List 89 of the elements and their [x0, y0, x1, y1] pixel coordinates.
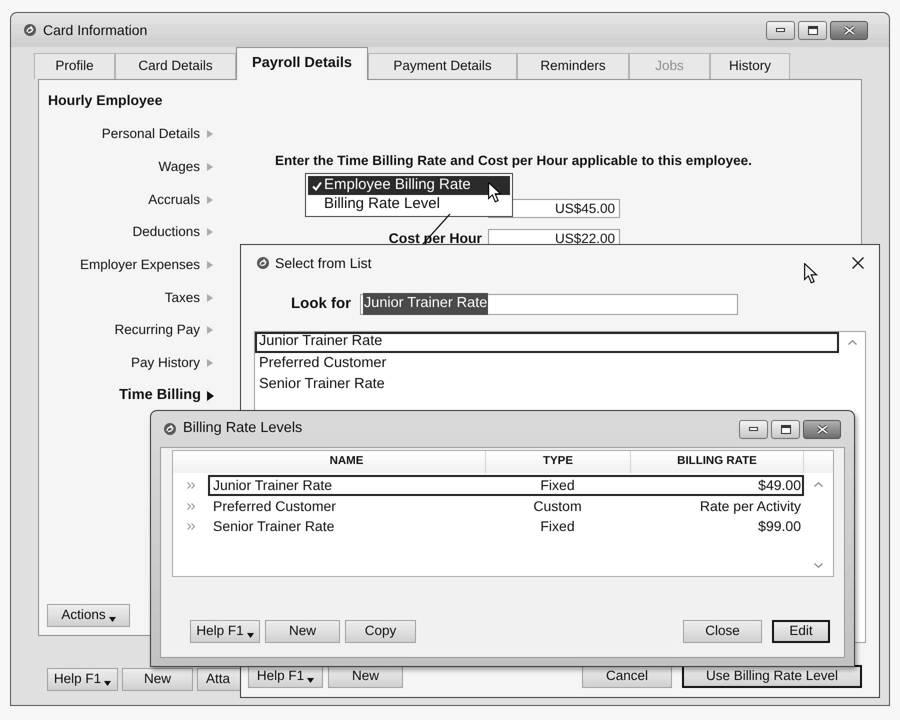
- look-for-label: Look for: [290, 294, 351, 314]
- maximize-icon: [808, 26, 818, 34]
- tab[interactable]: Card Details: [115, 53, 236, 79]
- copy-button[interactable]: Copy: [345, 620, 416, 643]
- table-row[interactable]: Preferred Customer Custom Rate per Activity: [208, 496, 804, 516]
- instruction-text: Enter the Time Billing Rate and Cost per Hour applicable to this employee.: [274, 152, 753, 170]
- maximize-button[interactable]: [798, 20, 827, 40]
- section-link[interactable]: Employer Expenses: [39, 248, 221, 282]
- table-cell-text: Preferred Customer: [212, 496, 337, 516]
- chevron-down-icon: [814, 563, 823, 568]
- column-header[interactable]: BILLING RATE: [631, 451, 804, 473]
- caret-icon: [246, 633, 254, 638]
- tab[interactable]: Payroll Details: [236, 47, 368, 80]
- section-link[interactable]: Recurring Pay: [39, 314, 221, 347]
- app-logo-icon: [257, 257, 269, 269]
- minimize-icon: [776, 28, 785, 32]
- table-cell-text: Senior Trainer Rate: [212, 517, 336, 536]
- new-button[interactable]: New: [122, 668, 193, 691]
- chevron-up-icon: [814, 482, 823, 487]
- triangle-right-icon: [207, 359, 213, 368]
- section-link[interactable]: Deductions: [39, 216, 221, 249]
- table-cell-text: Junior Trainer Rate: [212, 476, 334, 495]
- double-chevron-icon: [186, 523, 194, 530]
- triangle-right-icon: [207, 228, 213, 236]
- caret-icon: [104, 681, 112, 686]
- section-link[interactable]: Accruals: [39, 183, 221, 216]
- double-chevron-icon: [186, 482, 194, 489]
- dialog-title: Select from List: [275, 254, 372, 272]
- double-chevron-icon: [186, 502, 194, 510]
- section-link[interactable]: Taxes: [39, 281, 221, 314]
- section-link[interactable]: Time Billing: [39, 380, 221, 412]
- table-cell-text: Custom: [532, 496, 583, 516]
- close-icon: [844, 26, 854, 34]
- look-for-field[interactable]: Junior Trainer Rate: [360, 294, 738, 315]
- menu-item[interactable]: Employee Billing Rate: [308, 176, 510, 195]
- section-link[interactable]: Personal Details: [39, 118, 221, 151]
- tab[interactable]: Profile: [34, 53, 115, 79]
- table-cell-text: Fixed: [539, 476, 576, 495]
- table-cell-text: Rate per Activity: [698, 496, 802, 516]
- app-logo-icon: [164, 423, 176, 435]
- tab[interactable]: History: [710, 53, 790, 79]
- table-row[interactable]: Junior Trainer Rate Fixed $49.00: [208, 475, 804, 496]
- caret-icon: [108, 617, 116, 622]
- close-button[interactable]: Close: [683, 620, 762, 643]
- column-header[interactable]: NAME: [208, 451, 486, 473]
- tab[interactable]: Payment Details: [368, 53, 517, 79]
- table-row[interactable]: Senior Trainer Rate Fixed $99.00: [208, 516, 804, 538]
- actions-button[interactable]: Actions: [47, 604, 130, 627]
- check-icon: [312, 180, 322, 190]
- attach-button[interactable]: Atta: [197, 668, 241, 691]
- triangle-right-icon: [207, 196, 213, 204]
- window-close-button[interactable]: [850, 255, 866, 271]
- chevron-up-icon: [848, 340, 856, 344]
- employee-type-heading: Hourly Employee: [47, 91, 164, 110]
- minimize-icon: [749, 427, 758, 431]
- app-logo-icon: [24, 24, 36, 36]
- column-header[interactable]: TYPE: [486, 451, 631, 473]
- help-button[interactable]: Help F1: [190, 620, 260, 643]
- list-item[interactable]: Preferred Customer: [255, 353, 839, 374]
- close-icon: [852, 257, 864, 269]
- window-close-button[interactable]: [803, 420, 841, 438]
- mouse-pointer-icon: [488, 182, 502, 203]
- triangle-right-icon: [207, 390, 214, 401]
- table-cell-text: Fixed: [539, 517, 576, 536]
- triangle-right-icon: [207, 261, 213, 270]
- caret-icon: [307, 678, 314, 682]
- list-item[interactable]: Senior Trainer Rate: [255, 374, 839, 396]
- edit-button[interactable]: Edit: [772, 620, 830, 643]
- triangle-right-icon: [207, 130, 213, 138]
- minimize-button[interactable]: [766, 20, 795, 40]
- triangle-right-icon: [207, 326, 213, 334]
- mouse-pointer-icon: [804, 263, 818, 284]
- tab[interactable]: Reminders: [517, 53, 629, 79]
- table-cell-text: $49.00: [757, 476, 802, 495]
- minimize-button[interactable]: [739, 420, 768, 438]
- maximize-button[interactable]: [771, 420, 800, 438]
- help-button[interactable]: Help F1: [47, 668, 118, 691]
- window-title: Billing Rate Levels: [183, 419, 302, 438]
- close-icon: [816, 424, 828, 434]
- window-close-button[interactable]: [830, 20, 868, 40]
- window-title: Card Information: [43, 20, 148, 40]
- section-link[interactable]: Wages: [39, 150, 221, 184]
- section-link[interactable]: Pay History: [39, 346, 221, 380]
- triangle-right-icon: [207, 163, 213, 172]
- new-button[interactable]: New: [265, 620, 340, 643]
- triangle-right-icon: [207, 294, 213, 302]
- list-item[interactable]: Junior Trainer Rate: [255, 332, 839, 353]
- table-cell-text: $99.00: [757, 517, 802, 536]
- maximize-icon: [780, 424, 790, 434]
